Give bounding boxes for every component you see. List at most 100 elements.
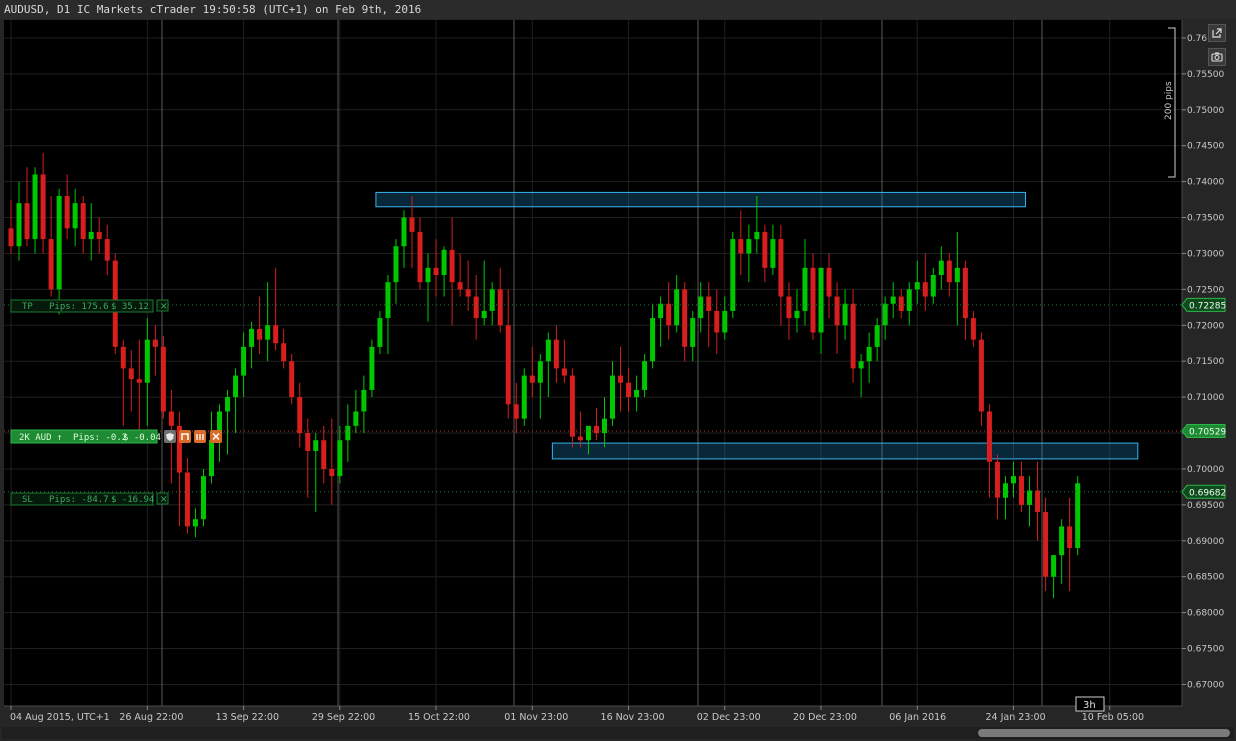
time-tick-label: 13 Sep 22:00 (216, 712, 279, 723)
time-tick-label: 26 Aug 22:00 (119, 712, 183, 723)
price-tick-label: 0.71000 (1187, 393, 1224, 403)
candle-body (642, 361, 648, 390)
candle-body (257, 328, 263, 340)
price-tag-label: 0.70529 (1189, 427, 1226, 437)
time-tick-label: 24 Jan 23:00 (986, 712, 1046, 723)
candle-body (40, 174, 46, 240)
candle-body (714, 310, 720, 333)
time-tick-label: 10 Feb 05:00 (1082, 712, 1144, 723)
candle-body (409, 217, 415, 232)
candle-body (48, 239, 54, 290)
candle-body (457, 282, 463, 290)
candle-body (794, 310, 800, 319)
candle-body (577, 436, 583, 441)
candle-body (1051, 555, 1057, 577)
candle-body (593, 425, 599, 434)
candle-body (152, 339, 158, 347)
candle-body (537, 361, 543, 383)
candle-body (658, 303, 664, 319)
candle-body (962, 267, 968, 319)
time-tick-label: 29 Sep 22:00 (312, 712, 375, 723)
price-tick-label: 0.73000 (1187, 249, 1224, 259)
double-position-icon[interactable] (194, 430, 206, 443)
candle-body (337, 440, 343, 477)
shield-icon[interactable] (164, 430, 176, 443)
candle-body (1043, 512, 1049, 577)
candle-body (241, 346, 247, 376)
candle-body (874, 325, 880, 347)
support-zone (551, 442, 1139, 460)
candle-body (104, 239, 110, 261)
price-tick-label: 0.69000 (1187, 537, 1224, 547)
candle-body (385, 282, 391, 319)
candle-body (1035, 490, 1041, 513)
tp-money: $ 35.12 (111, 302, 149, 312)
tp-tag: TP (22, 302, 33, 312)
reverse-position-icon[interactable] (179, 430, 191, 443)
candle-body (529, 375, 535, 383)
candle-body (305, 433, 311, 451)
candle-body (184, 472, 190, 527)
price-tick-label: 0.74500 (1187, 142, 1224, 152)
candle-body (377, 318, 383, 347)
candle-body (738, 239, 744, 254)
candle-body (834, 296, 840, 326)
candle-body (938, 260, 944, 276)
price-tick-label: 0.74000 (1187, 178, 1224, 188)
candle-body (345, 425, 351, 441)
position-tag: 2K AUD ↑ (19, 433, 62, 443)
bearish-candle (569, 368, 575, 448)
price-tick-label: 0.76 (1187, 34, 1207, 44)
take-profit-order[interactable]: TP Pips: 175.6 $ 35.12 × (10, 299, 169, 313)
time-tick-label: 06 Jan 2016 (889, 712, 946, 723)
candle-body (826, 267, 832, 297)
candle-body (313, 440, 319, 451)
price-tick-label: 0.71500 (1187, 357, 1224, 367)
candle-body (120, 346, 126, 369)
stop-loss-price-tag: 0.69682 (1181, 484, 1226, 499)
candle-body (489, 289, 495, 311)
candle-body (545, 339, 551, 362)
candle-body (1059, 526, 1065, 556)
price-tick-label: 0.75000 (1187, 106, 1224, 116)
candle-body (273, 325, 279, 344)
candle-body (249, 328, 255, 347)
candle-body (393, 246, 399, 283)
camera-icon[interactable] (1208, 48, 1226, 66)
candle-body (754, 231, 760, 240)
candle-body (650, 318, 656, 362)
candle-body (946, 260, 952, 283)
candle-body (858, 361, 864, 369)
current-price-price-tag: 0.70529 (1181, 423, 1226, 438)
time-tick-label: 01 Nov 23:00 (504, 712, 568, 723)
candle-body (906, 289, 912, 311)
candle-body (561, 368, 567, 376)
candle-body (425, 267, 431, 283)
close-position-icon[interactable] (210, 430, 222, 443)
candle-body (200, 476, 206, 520)
price-tick-label: 0.72500 (1187, 285, 1224, 295)
time-axis[interactable]: 04 Aug 2015, UTC+1 26 Aug 22:00 13 Sep 22:… (4, 705, 1182, 723)
candle-body (16, 203, 22, 247)
candle-body (192, 519, 198, 527)
candle-body (433, 267, 439, 276)
candlestick-chart[interactable]: 0.67000 0.67500 0.68000 0.68500 0.69000 0.695… (0, 0, 1236, 727)
candle-body (682, 289, 688, 347)
candle-body (225, 397, 231, 412)
take-profit-price-tag: 0.72285 (1181, 297, 1226, 312)
price-axis[interactable]: 0.67000 0.67500 0.68000 0.68500 0.69000 0.695… (1181, 20, 1226, 706)
candle-body (80, 203, 86, 240)
candle-body (954, 267, 960, 283)
position-pips: Pips: -0.2 (73, 433, 127, 443)
candle-body (674, 289, 680, 326)
external-link-icon[interactable] (1208, 24, 1226, 42)
scrollbar-thumb[interactable] (978, 729, 1230, 737)
candle-body (56, 195, 62, 290)
candle-body (890, 296, 896, 304)
time-tick-label: 02 Dec 23:00 (697, 712, 761, 723)
candle-body (64, 195, 70, 229)
candle-body (706, 296, 712, 311)
stop-loss-order[interactable]: SL Pips: -84.7 $ -16.94 × (10, 492, 169, 506)
bearish-candle (160, 336, 166, 419)
position-order[interactable]: 2K AUD ↑ Pips: -0.2 $ -0.04 (10, 429, 222, 444)
